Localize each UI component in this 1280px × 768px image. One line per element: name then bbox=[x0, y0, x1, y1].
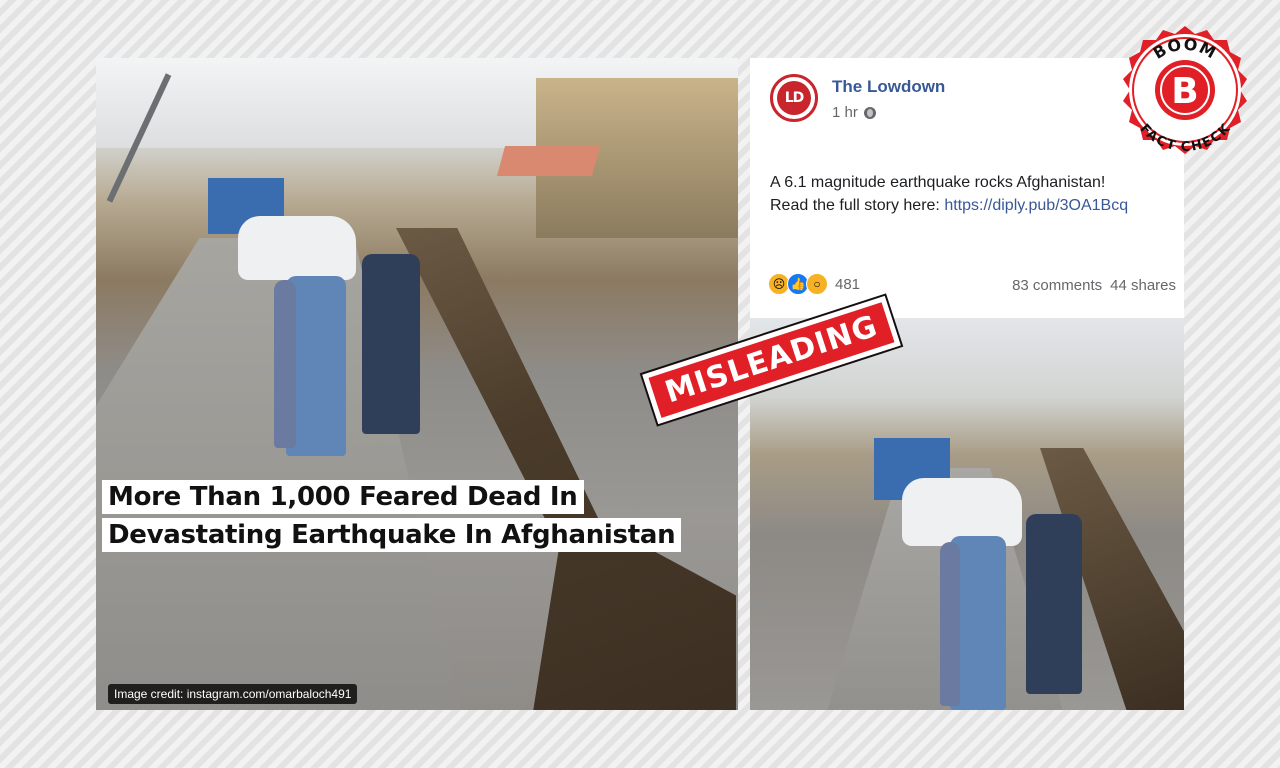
person bbox=[940, 542, 960, 706]
page-avatar[interactable]: LD bbox=[770, 74, 818, 122]
post-text: A 6.1 magnitude earthquake rocks Afghani… bbox=[770, 171, 1170, 217]
earthquake-photo-right[interactable] bbox=[750, 318, 1184, 710]
person bbox=[1026, 514, 1082, 694]
headline-overlay: More Than 1,000 Feared Dead In Devastati… bbox=[102, 480, 722, 556]
shares-count[interactable]: 44 shares bbox=[1110, 277, 1176, 294]
image-credit: Image credit: instagram.com/omarbaloch49… bbox=[108, 684, 358, 704]
road-crack bbox=[396, 228, 736, 710]
person bbox=[274, 280, 296, 448]
wow-reaction-icon: ○ bbox=[806, 273, 828, 295]
headline-line-1: More Than 1,000 Feared Dead In bbox=[102, 480, 584, 514]
boom-fact-check-logo: B BOOM FACT CHECK bbox=[1116, 24, 1254, 162]
earthquake-photo-left: More Than 1,000 Feared Dead In Devastati… bbox=[96, 58, 738, 710]
post-text-line-2: Read the full story here: https://diply.… bbox=[770, 194, 1170, 217]
reaction-count: 481 bbox=[835, 275, 861, 293]
globe-icon bbox=[863, 106, 876, 119]
person bbox=[362, 254, 420, 434]
awning bbox=[496, 146, 601, 176]
comments-count[interactable]: 83 comments bbox=[1012, 277, 1102, 294]
post-text-prefix: Read the full story here: bbox=[770, 197, 945, 214]
boom-badge-icon: B BOOM FACT CHECK bbox=[1123, 26, 1247, 155]
car bbox=[238, 216, 356, 280]
headline-line-2: Devastating Earthquake In Afghanistan bbox=[102, 518, 682, 552]
page-name[interactable]: The Lowdown bbox=[832, 77, 945, 97]
post-time-label: 1 hr bbox=[832, 104, 858, 121]
post-time[interactable]: 1 hr bbox=[832, 104, 876, 121]
story-link[interactable]: https://diply.pub/3OA1Bcq bbox=[944, 197, 1128, 214]
avatar-initials: LD bbox=[777, 81, 811, 115]
reactions-summary[interactable]: ☹ 👍 ○ 481 bbox=[768, 273, 860, 295]
post-text-line-1: A 6.1 magnitude earthquake rocks Afghani… bbox=[770, 174, 1106, 191]
post-stats: 83 comments 44 shares bbox=[1012, 277, 1176, 294]
svg-text:B: B bbox=[1171, 71, 1198, 112]
